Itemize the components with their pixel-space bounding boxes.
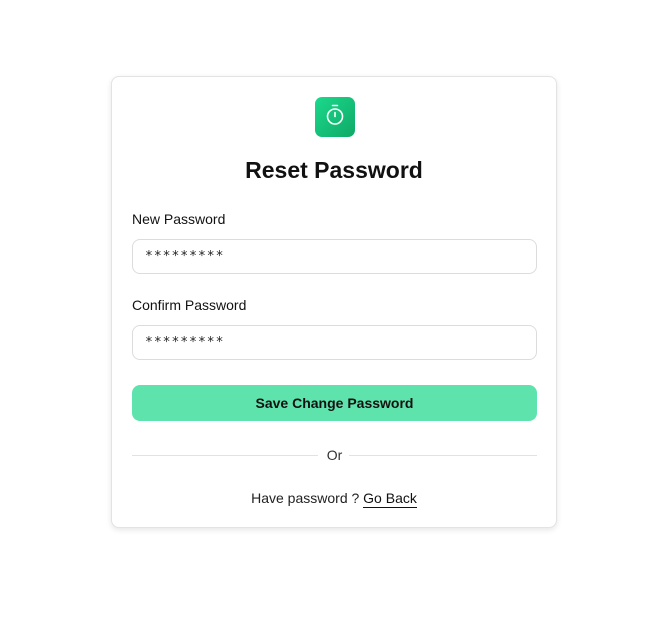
stopwatch-icon: [323, 103, 347, 132]
or-divider: Or: [132, 447, 537, 463]
have-password-text: Have password ?: [251, 490, 360, 506]
confirm-password-label: Confirm Password: [132, 297, 247, 313]
app-logo: [315, 97, 355, 137]
new-password-field[interactable]: *********: [132, 239, 537, 274]
reset-password-card: Reset Password New Password ********* Co…: [111, 76, 557, 528]
page-title: Reset Password: [245, 157, 423, 183]
save-change-password-button[interactable]: Save Change Password: [132, 385, 537, 421]
confirm-password-field[interactable]: *********: [132, 325, 537, 360]
divider-line-right: [349, 455, 537, 456]
footer-prompt: Have password ? Go Back: [112, 490, 556, 508]
new-password-label: New Password: [132, 211, 226, 227]
go-back-link[interactable]: Go Back: [363, 490, 417, 508]
